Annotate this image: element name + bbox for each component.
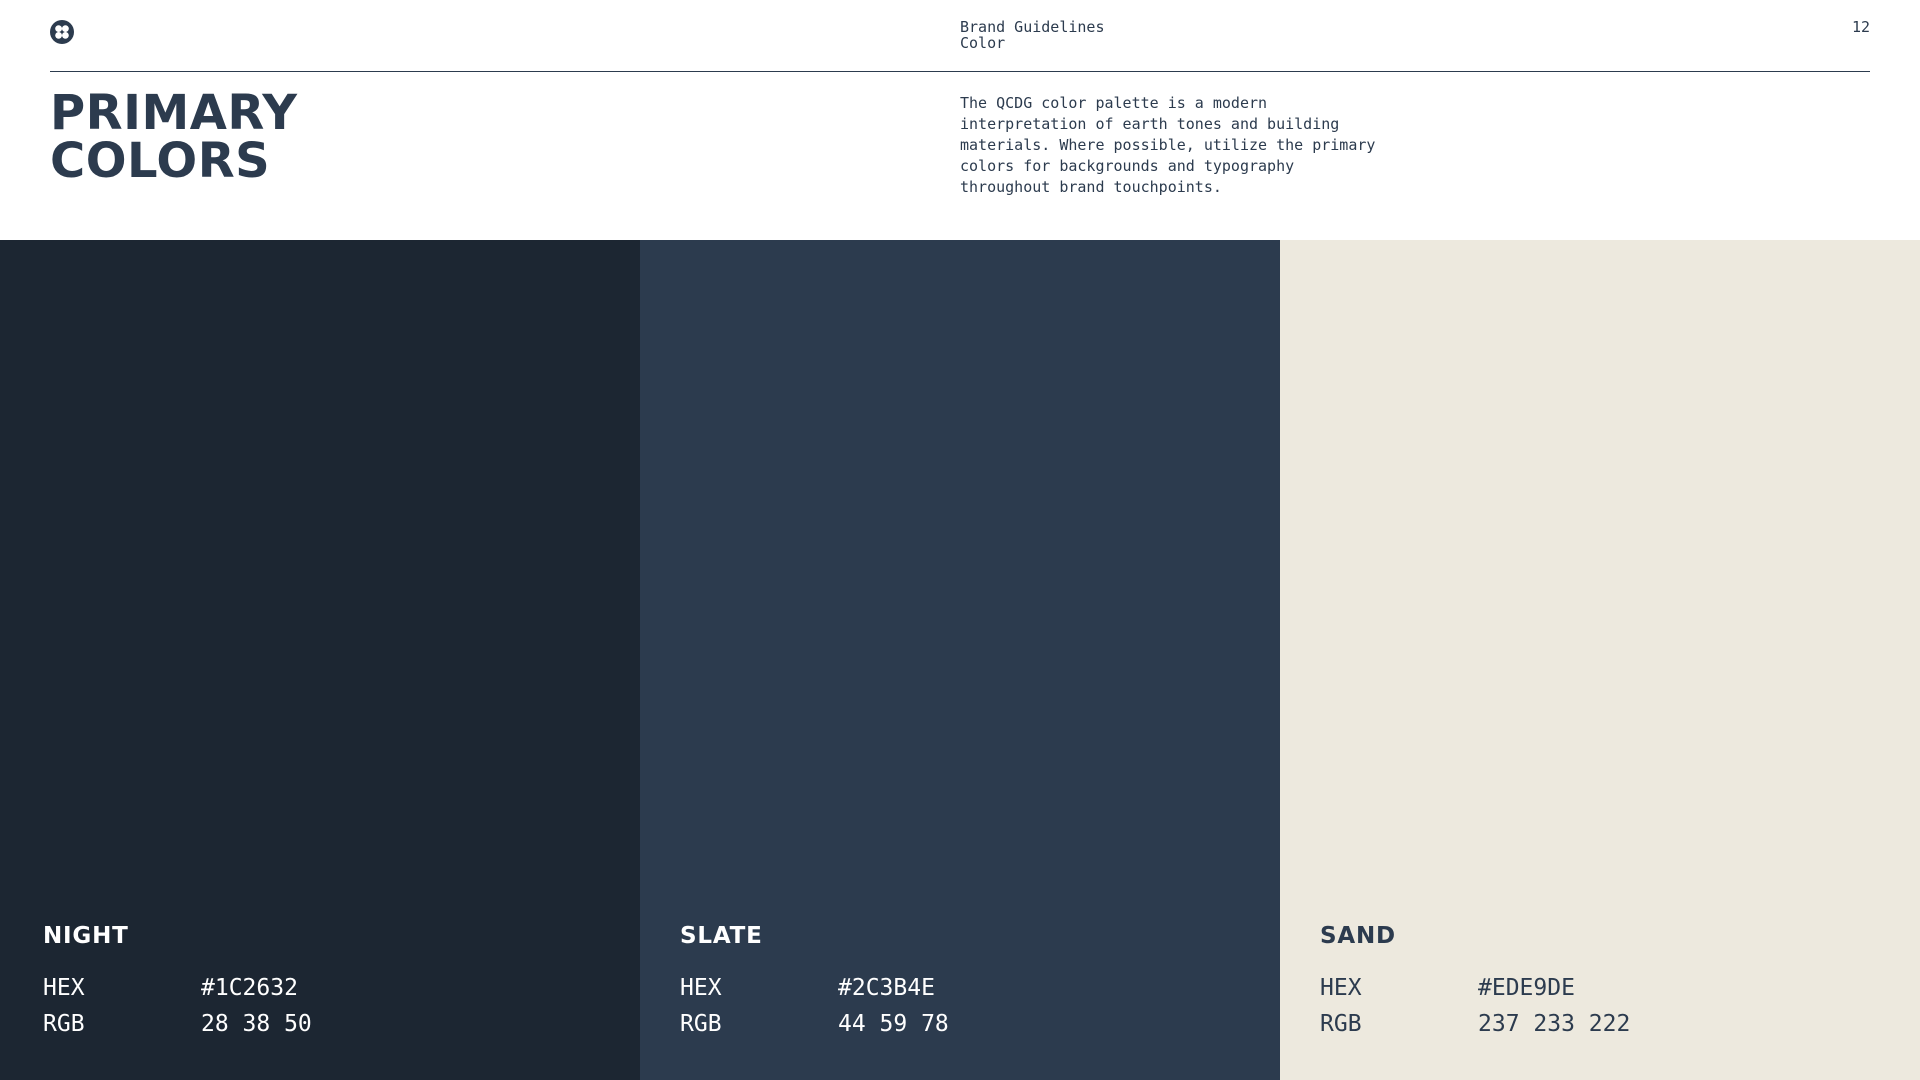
page-title-line-2: COLORS (50, 133, 271, 189)
color-swatches: NIGHT HEX #1C2632 RGB 28 38 50 SLATE HEX… (0, 240, 1920, 1080)
document-title: Brand Guidelines (960, 18, 1105, 36)
rgb-value: 28 38 50 (201, 1011, 312, 1037)
rgb-value: 237 233 222 (1478, 1011, 1631, 1037)
hex-label: HEX (43, 975, 85, 1001)
hex-label: HEX (680, 975, 722, 1001)
swatch-name: NIGHT (43, 923, 129, 949)
intro-paragraph: The QCDG color palette is a modern inter… (960, 94, 1376, 196)
page-title: PRIMARY COLORS (50, 89, 298, 185)
header-divider (50, 71, 1870, 72)
hex-row: HEX #1C2632 (43, 970, 312, 1006)
hex-value: #EDE9DE (1478, 975, 1575, 1001)
hex-label: HEX (1320, 975, 1362, 1001)
hex-value: #1C2632 (201, 975, 298, 1001)
swatch-info: SLATE HEX #2C3B4E RGB 44 59 78 (680, 922, 949, 1042)
rgb-row: RGB 237 233 222 (1320, 1006, 1630, 1042)
swatch-slate: SLATE HEX #2C3B4E RGB 44 59 78 (640, 240, 1280, 1080)
swatch-sand: SAND HEX #EDE9DE RGB 237 233 222 (1280, 240, 1920, 1080)
page-number: 12 (1851, 18, 1870, 36)
rgb-row: RGB 28 38 50 (43, 1006, 312, 1042)
swatch-name: SAND (1320, 923, 1396, 949)
swatch-name: SLATE (680, 923, 763, 949)
four-circle-logo-icon (50, 20, 74, 44)
section-name: Color (960, 34, 1006, 52)
hex-row: HEX #2C3B4E (680, 970, 949, 1006)
swatch-night: NIGHT HEX #1C2632 RGB 28 38 50 (0, 240, 640, 1080)
rgb-label: RGB (680, 1011, 722, 1037)
swatch-info: NIGHT HEX #1C2632 RGB 28 38 50 (43, 922, 312, 1042)
swatch-info: SAND HEX #EDE9DE RGB 237 233 222 (1320, 922, 1630, 1042)
rgb-value: 44 59 78 (838, 1011, 949, 1037)
rgb-row: RGB 44 59 78 (680, 1006, 949, 1042)
hex-value: #2C3B4E (838, 975, 935, 1001)
page-title-line-1: PRIMARY (50, 85, 298, 141)
hex-row: HEX #EDE9DE (1320, 970, 1630, 1006)
rgb-label: RGB (1320, 1011, 1362, 1037)
rgb-label: RGB (43, 1011, 85, 1037)
brand-guidelines-page: Brand Guidelines Color 12 PRIMARY COLORS… (0, 0, 1920, 1080)
document-meta: Brand Guidelines Color (960, 19, 1105, 51)
